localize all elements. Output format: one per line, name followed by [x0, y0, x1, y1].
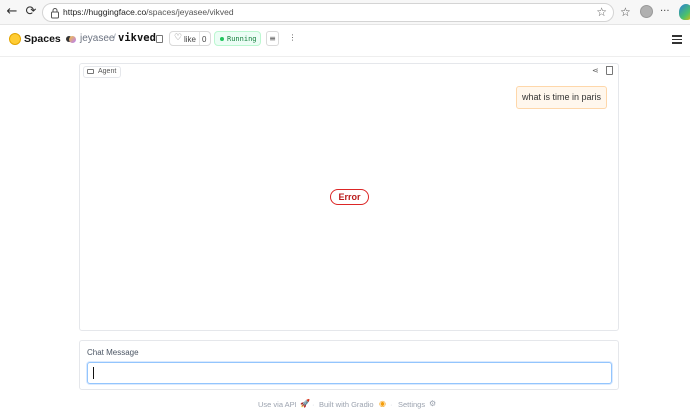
url-text: https://huggingface.co/spaces/jeyasee/vi… [63, 7, 234, 17]
url-path: /spaces/jeyasee/vikved [146, 7, 234, 17]
gradio-logo-icon: ◉ [379, 399, 386, 408]
status-dot-icon [220, 37, 224, 41]
error-badge: Error [330, 189, 369, 205]
status-text: Running [227, 35, 257, 43]
chat-input-panel: Chat Message [79, 340, 619, 390]
text-caret [93, 367, 94, 379]
heart-icon: ♡ [174, 33, 183, 43]
settings-link[interactable]: Settings [398, 400, 425, 409]
chat-message-input[interactable] [87, 362, 612, 384]
logs-icon[interactable]: ≡ [266, 31, 279, 46]
copilot-icon[interactable] [679, 4, 690, 20]
lock-icon [51, 8, 59, 19]
back-icon[interactable]: ← [4, 4, 20, 20]
repo-name-link[interactable]: vikved [118, 32, 156, 44]
rocket-icon: 🚀 [300, 399, 310, 408]
chat-message-label: Chat Message [87, 348, 139, 357]
status-badge[interactable]: Running [214, 31, 261, 46]
huggingface-logo-icon[interactable] [9, 33, 21, 45]
chatbot-panel: Agent ⋖ what is time in paris Error [79, 63, 619, 331]
reload-icon[interactable]: ⟳ [23, 4, 39, 20]
share-icon[interactable]: ⋖ [592, 66, 601, 75]
like-divider [199, 32, 200, 45]
like-button[interactable]: ♡ like 0 [169, 31, 211, 46]
settings-gear-icon: ⚙ [429, 399, 437, 408]
built-with-gradio-link[interactable]: Built with Gradio [319, 400, 374, 409]
footer-separator: · [390, 400, 393, 409]
user-message: what is time in paris [515, 86, 607, 109]
options-icon[interactable]: ⋮ [286, 31, 299, 46]
address-bar[interactable]: https://huggingface.co/spaces/jeyasee/vi… [42, 3, 614, 22]
favorites-icon[interactable]: ☆ [620, 4, 631, 20]
like-count: 0 [202, 35, 207, 44]
spaces-link[interactable]: Spaces [24, 33, 61, 45]
chat-bubble-icon [87, 69, 94, 74]
space-header: Spaces jeyasee / vikved ♡ like 0 Running… [0, 25, 690, 57]
browser-toolbar: ← ⟳ https://huggingface.co/spaces/jeyase… [0, 0, 690, 25]
trash-icon[interactable] [606, 66, 613, 75]
owner-link[interactable]: jeyasee [80, 33, 114, 44]
copy-icon[interactable] [156, 35, 163, 43]
footer-separator: · [312, 400, 315, 409]
path-separator: / [113, 33, 116, 44]
hamburger-menu-icon[interactable] [672, 35, 682, 44]
chatbot-label-text: Agent [98, 68, 117, 75]
profile-avatar[interactable] [640, 5, 653, 18]
chatbot-label: Agent [83, 66, 122, 78]
use-via-api-link[interactable]: Use via API [258, 400, 297, 409]
owner-avatar [66, 36, 76, 44]
like-label: like [184, 35, 197, 44]
gradio-footer: Use via API 🚀 · Built with Gradio ◉ · Se… [0, 399, 690, 412]
more-menu-icon[interactable]: ··· [660, 4, 670, 20]
url-host: https://huggingface.co [63, 7, 147, 17]
favorite-star-icon[interactable]: ☆ [596, 5, 607, 19]
